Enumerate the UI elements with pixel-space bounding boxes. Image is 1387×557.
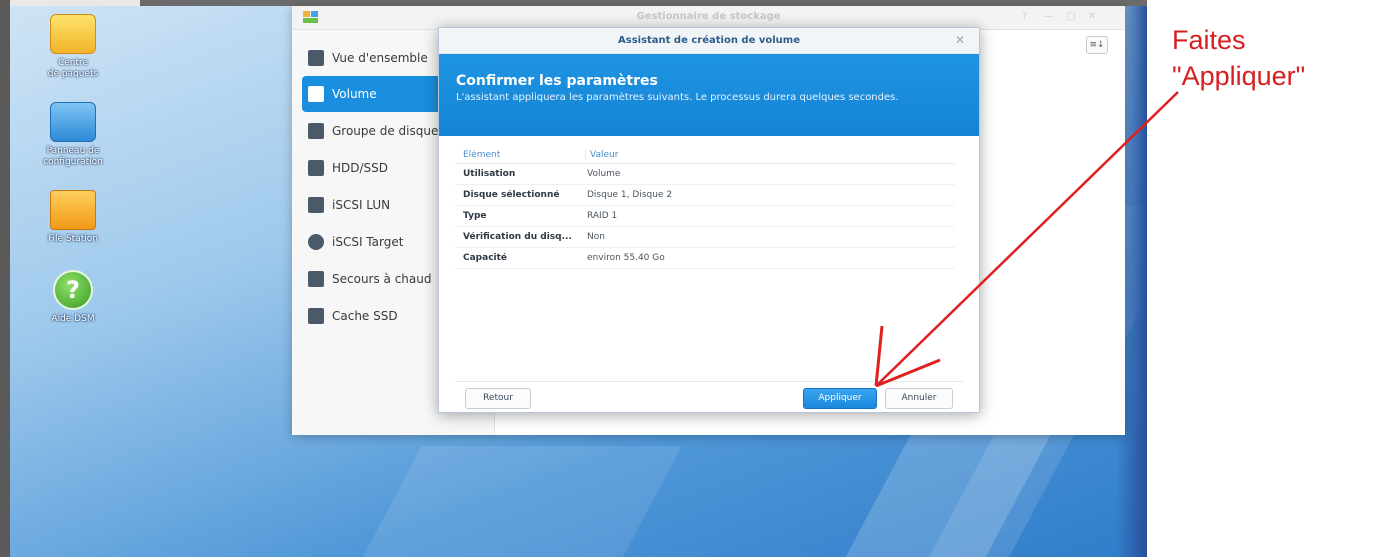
sidebar-item-label: Secours à chaud — [332, 272, 432, 286]
frame-left — [0, 0, 10, 557]
dialog-footer-divider — [455, 381, 963, 382]
hot-spare-icon — [308, 271, 324, 287]
screenshot-stage: Centre de paquets Panneau de configurati… — [0, 0, 1387, 557]
volume-icon — [308, 86, 324, 102]
package-center-icon — [50, 14, 96, 54]
help-icon: ? — [53, 270, 93, 310]
control-panel-label: Panneau de configuration — [43, 146, 103, 167]
disk-group-icon — [308, 123, 324, 139]
row-value: Non — [587, 232, 605, 242]
sidebar-item-label: Vue d'ensemble — [332, 51, 428, 65]
row-value: RAID 1 — [587, 211, 618, 221]
view-options-button[interactable]: ≡↓ — [1086, 36, 1108, 54]
row-key: Type — [463, 211, 487, 221]
control-panel-icon — [50, 102, 96, 142]
table-row[interactable]: Type RAID 1 — [455, 206, 955, 227]
table-row[interactable]: Capacité environ 55.40 Go — [455, 248, 955, 269]
cancel-button[interactable]: Annuler — [885, 388, 953, 409]
window-title: Gestionnaire de stockage — [636, 11, 781, 22]
file-station-label: File Station — [48, 234, 98, 244]
row-key: Vérification du disq... — [463, 232, 572, 242]
back-button[interactable]: Retour — [465, 388, 531, 409]
sidebar-item-label: iSCSI Target — [332, 235, 404, 249]
package-center-shortcut[interactable]: Centre de paquets — [28, 14, 118, 80]
apply-button[interactable]: Appliquer — [803, 388, 877, 409]
file-station-shortcut[interactable]: File Station — [28, 190, 118, 245]
dsm-help-label: Aide DSM — [51, 314, 95, 324]
hdd-icon — [308, 160, 324, 176]
row-value: Volume — [587, 169, 621, 179]
sidebar-item-label: HDD/SSD — [332, 161, 389, 175]
dialog-title: Assistant de création de volume — [618, 35, 800, 46]
sidebar-item-label: iSCSI LUN — [332, 198, 391, 212]
table-row[interactable]: Disque sélectionné Disque 1, Disque 2 — [455, 185, 955, 206]
annotation-line-1: Faites — [1172, 25, 1246, 55]
frame-top-notch — [10, 0, 140, 6]
control-panel-shortcut[interactable]: Panneau de configuration — [28, 102, 118, 168]
minimize-icon[interactable]: — — [1044, 11, 1054, 22]
row-key: Disque sélectionné — [463, 190, 560, 200]
column-header-element[interactable]: Élément — [455, 150, 585, 160]
close-icon[interactable]: ✕ — [955, 33, 965, 47]
sidebar-item-label: Cache SSD — [332, 309, 398, 323]
dialog-heading: Confirmer les paramètres — [456, 73, 658, 89]
target-icon — [308, 234, 324, 250]
row-value: Disque 1, Disque 2 — [587, 190, 673, 200]
dialog-description: L'assistant appliquera les paramètres su… — [456, 92, 899, 103]
help-icon[interactable]: ? — [1022, 11, 1027, 22]
table-row[interactable]: Vérification du disq... Non — [455, 227, 955, 248]
ssd-cache-icon — [308, 308, 324, 324]
maximize-icon[interactable]: □ — [1066, 11, 1075, 22]
volume-creation-wizard: Assistant de création de volume ✕ Confir… — [438, 27, 980, 413]
table-row[interactable]: Utilisation Volume — [455, 164, 955, 185]
table-header: Élément Valeur — [455, 147, 955, 164]
sidebar-item-label: Volume — [332, 87, 377, 101]
dialog-titlebar[interactable]: Assistant de création de volume ✕ — [439, 28, 979, 54]
row-value: environ 55.40 Go — [587, 253, 665, 263]
annotation-line-2: "Appliquer" — [1172, 61, 1306, 91]
close-icon[interactable]: ✕ — [1088, 11, 1096, 22]
row-key: Utilisation — [463, 169, 516, 179]
dsm-help-shortcut[interactable]: ? Aide DSM — [28, 270, 118, 325]
annotation-text: Faites "Appliquer" — [1172, 22, 1305, 94]
overview-icon — [308, 50, 324, 66]
database-icon — [308, 197, 324, 213]
settings-table: Élément Valeur Utilisation Volume Disque… — [455, 147, 955, 269]
package-center-label: Centre de paquets — [47, 58, 99, 79]
sidebar-item-label: Groupe de disque — [332, 124, 439, 138]
folder-icon — [50, 190, 96, 230]
column-header-value[interactable]: Valeur — [585, 150, 955, 160]
row-key: Capacité — [463, 253, 508, 263]
dialog-header: Confirmer les paramètres L'assistant app… — [439, 54, 979, 136]
